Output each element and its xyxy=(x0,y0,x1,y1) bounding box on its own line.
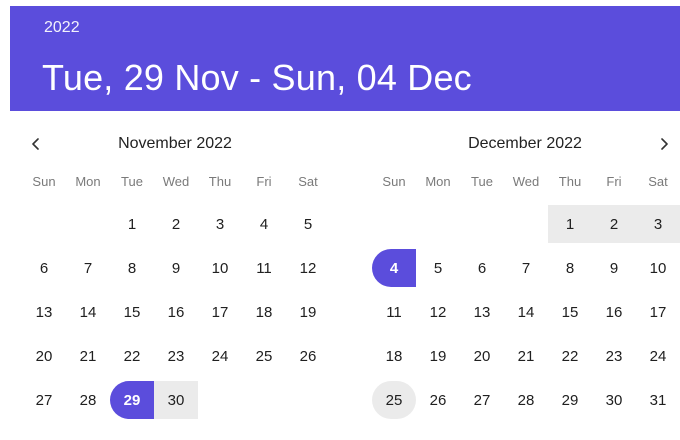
days-grid: 1 2 3 4 5 6 7 8 9 10 11 12 13 14 15 16 17 18 19 20 21 22 23 24 2… xyxy=(372,205,680,419)
day-cell[interactable]: 28 xyxy=(504,381,548,419)
day-cell[interactable]: 1 xyxy=(548,205,592,243)
year-selector[interactable]: 2022 xyxy=(44,18,80,38)
day-cell[interactable]: 13 xyxy=(460,293,504,331)
day-cell[interactable]: 22 xyxy=(110,337,154,375)
weekday-label: Wed xyxy=(162,173,190,189)
weekday-label: Fri xyxy=(256,173,272,189)
day-cell[interactable]: 3 xyxy=(198,205,242,243)
day-cell[interactable]: 2 xyxy=(592,205,636,243)
day-cell[interactable]: 27 xyxy=(22,381,66,419)
day-cell[interactable]: 18 xyxy=(372,337,416,375)
day-cell[interactable]: 29 xyxy=(110,381,154,419)
empty-day-cell xyxy=(22,205,66,243)
day-cell[interactable]: 17 xyxy=(198,293,242,331)
weekday-label: Tue xyxy=(121,173,143,189)
empty-day-cell xyxy=(460,205,504,243)
day-cell[interactable]: 27 xyxy=(460,381,504,419)
day-cell[interactable]: 19 xyxy=(416,337,460,375)
day-cell[interactable]: 3 xyxy=(636,205,680,243)
day-cell[interactable]: 25 xyxy=(372,381,416,419)
selected-range-text: Tue, 29 Nov - Sun, 04 Dec xyxy=(42,57,472,98)
day-cell[interactable]: 18 xyxy=(242,293,286,331)
weekday-label: Mon xyxy=(425,173,451,189)
day-cell[interactable]: 26 xyxy=(286,337,330,375)
day-cell[interactable]: 1 xyxy=(110,205,154,243)
calendar-month-december: December 2022 Sun Mon Tue Wed Thu Fri Sa… xyxy=(372,126,680,419)
weekday-label: Wed xyxy=(512,173,540,189)
day-cell[interactable]: 30 xyxy=(592,381,636,419)
day-cell[interactable]: 4 xyxy=(372,249,416,287)
day-cell[interactable]: 4 xyxy=(242,205,286,243)
weekday-label: Sat xyxy=(648,173,668,189)
day-cell[interactable]: 10 xyxy=(198,249,242,287)
day-cell[interactable]: 7 xyxy=(504,249,548,287)
day-cell[interactable]: 9 xyxy=(592,249,636,287)
day-cell[interactable]: 23 xyxy=(592,337,636,375)
day-cell[interactable]: 10 xyxy=(636,249,680,287)
empty-day-cell xyxy=(66,205,110,243)
day-cell[interactable]: 14 xyxy=(504,293,548,331)
weekday-label: Sat xyxy=(298,173,318,189)
month-title: December 2022 xyxy=(468,135,582,152)
day-cell[interactable]: 12 xyxy=(416,293,460,331)
empty-day-cell xyxy=(416,205,460,243)
day-cell[interactable]: 11 xyxy=(242,249,286,287)
day-cell[interactable]: 6 xyxy=(22,249,66,287)
day-cell[interactable]: 31 xyxy=(636,381,680,419)
empty-day-cell xyxy=(504,205,548,243)
month-title: November 2022 xyxy=(118,135,232,152)
day-cell[interactable]: 16 xyxy=(154,293,198,331)
day-cell[interactable]: 12 xyxy=(286,249,330,287)
weekday-label: Sun xyxy=(32,173,56,189)
day-cell[interactable]: 29 xyxy=(548,381,592,419)
day-cell[interactable]: 6 xyxy=(460,249,504,287)
day-cell[interactable]: 8 xyxy=(548,249,592,287)
day-cell[interactable]: 21 xyxy=(66,337,110,375)
day-cell[interactable]: 20 xyxy=(22,337,66,375)
day-cell[interactable]: 21 xyxy=(504,337,548,375)
weekday-label: Sun xyxy=(382,173,406,189)
weekday-header-row: Sun Mon Tue Wed Thu Fri Sat xyxy=(22,166,328,196)
weekday-label: Thu xyxy=(208,173,232,189)
days-grid: 1 2 3 4 5 6 7 8 9 10 11 12 13 14 15 16 17 18 19 20 21 22 23 24 2… xyxy=(22,205,328,419)
day-cell[interactable]: 16 xyxy=(592,293,636,331)
day-cell[interactable]: 20 xyxy=(460,337,504,375)
day-cell[interactable]: 15 xyxy=(110,293,154,331)
day-cell[interactable]: 28 xyxy=(66,381,110,419)
day-cell[interactable]: 5 xyxy=(416,249,460,287)
day-cell[interactable]: 5 xyxy=(286,205,330,243)
day-cell[interactable]: 24 xyxy=(636,337,680,375)
day-cell[interactable]: 14 xyxy=(66,293,110,331)
day-cell[interactable]: 15 xyxy=(548,293,592,331)
day-cell[interactable]: 24 xyxy=(198,337,242,375)
day-cell[interactable]: 26 xyxy=(416,381,460,419)
day-cell[interactable]: 11 xyxy=(372,293,416,331)
day-cell[interactable]: 23 xyxy=(154,337,198,375)
calendar-month-november: November 2022 Sun Mon Tue Wed Thu Fri Sa… xyxy=(22,126,328,419)
date-range-header: 2022 Tue, 29 Nov - Sun, 04 Dec xyxy=(10,6,680,111)
day-cell[interactable]: 2 xyxy=(154,205,198,243)
day-cell[interactable]: 13 xyxy=(22,293,66,331)
empty-day-cell xyxy=(372,205,416,243)
weekday-label: Mon xyxy=(75,173,101,189)
weekday-header-row: Sun Mon Tue Wed Thu Fri Sat xyxy=(372,166,678,196)
day-cell[interactable]: 9 xyxy=(154,249,198,287)
weekday-label: Fri xyxy=(606,173,622,189)
day-cell[interactable]: 17 xyxy=(636,293,680,331)
weekday-label: Thu xyxy=(558,173,582,189)
weekday-label: Tue xyxy=(471,173,493,189)
day-cell[interactable]: 7 xyxy=(66,249,110,287)
day-cell[interactable]: 22 xyxy=(548,337,592,375)
day-cell[interactable]: 25 xyxy=(242,337,286,375)
day-cell[interactable]: 30 xyxy=(154,381,198,419)
day-cell[interactable]: 19 xyxy=(286,293,330,331)
day-cell[interactable]: 8 xyxy=(110,249,154,287)
